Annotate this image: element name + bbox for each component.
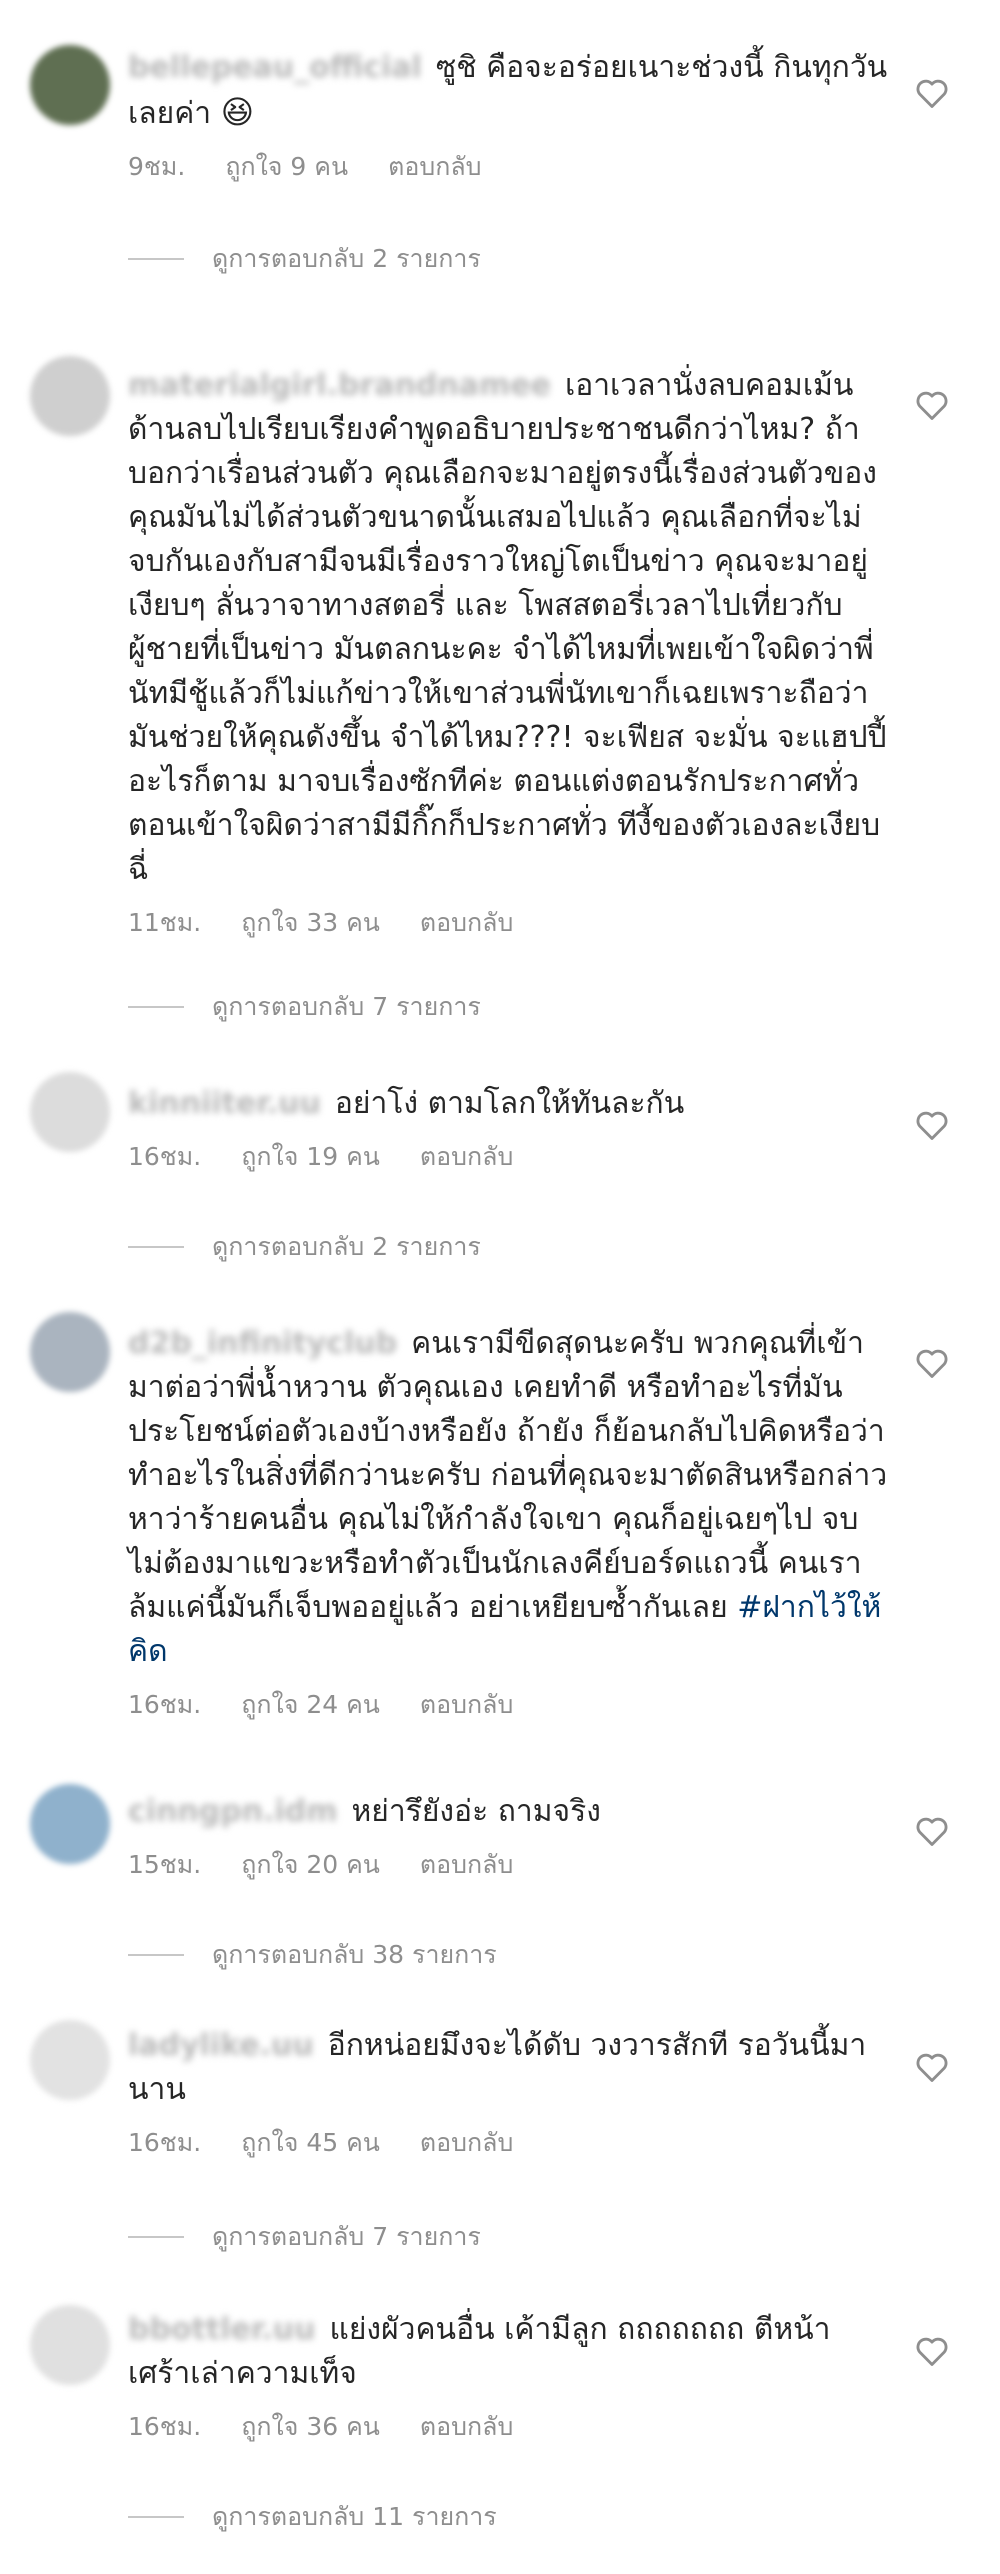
likes-count[interactable]: ถูกใจ 19 คน: [241, 1140, 380, 1174]
reply-button[interactable]: ตอบกลับ: [420, 906, 513, 940]
comment-username[interactable]: cinngpn.idm: [128, 1790, 338, 1834]
comment-meta: 16ชม. ถูกใจ 45 คน ตอบกลับ: [128, 2126, 888, 2160]
comment-text-container: materialgirl.brandnamee เอาเวลานั่งลบคอมเ…: [128, 364, 888, 892]
likes-count[interactable]: ถูกใจ 9 คน: [225, 150, 348, 184]
heart-outline-icon[interactable]: [913, 2332, 951, 2370]
view-replies-button[interactable]: ดูการตอบกลับ 38 รายการ: [128, 1938, 497, 1972]
divider: [128, 2516, 184, 2518]
comment-body: bellepeau_official ซูชิ คือจะอร่อยเนาะช่ว…: [128, 46, 888, 184]
reply-button[interactable]: ตอบกลับ: [420, 1140, 513, 1174]
comment-body: kinniiter.uu อย่าโง่ ตามโลกให้ทันละกัน 16…: [128, 1082, 888, 1174]
comment-text-container: cinngpn.idm หย่ารึยังอ่ะ ถามจริง: [128, 1790, 888, 1834]
comment-meta: 16ชม. ถูกใจ 36 คน ตอบกลับ: [128, 2410, 888, 2444]
comment-meta: 9ชม. ถูกใจ 9 คน ตอบกลับ: [128, 150, 888, 184]
likes-count[interactable]: ถูกใจ 36 คน: [241, 2410, 380, 2444]
likes-count[interactable]: ถูกใจ 20 คน: [241, 1848, 380, 1882]
comment-body: d2b_infinityclub คนเรามีขีดสุดนะครับ พวกค…: [128, 1322, 888, 1722]
view-replies-button[interactable]: ดูการตอบกลับ 2 รายการ: [128, 242, 481, 276]
avatar[interactable]: [30, 1784, 110, 1864]
comment-username[interactable]: bellepeau_official: [128, 46, 422, 90]
heart-outline-icon[interactable]: [913, 74, 951, 112]
comment-text-container: bbottler.uu แย่งผัวคนอื่น เค้ามีลูก ถถถถถ…: [128, 2308, 888, 2396]
reply-button[interactable]: ตอบกลับ: [420, 1688, 513, 1722]
divider: [128, 1006, 184, 1008]
reply-button[interactable]: ตอบกลับ: [388, 150, 481, 184]
avatar[interactable]: [30, 1072, 110, 1152]
heart-outline-icon[interactable]: [913, 1106, 951, 1144]
comment-time: 9ชม.: [128, 152, 186, 181]
reply-button[interactable]: ตอบกลับ: [420, 1848, 513, 1882]
divider: [128, 258, 184, 260]
heart-outline-icon[interactable]: [913, 1344, 951, 1382]
divider: [128, 1246, 184, 1248]
likes-count[interactable]: ถูกใจ 45 คน: [241, 2126, 380, 2160]
heart-outline-icon[interactable]: [913, 1812, 951, 1850]
avatar[interactable]: [30, 2305, 110, 2385]
avatar[interactable]: [30, 1312, 110, 1392]
comment-text-container: d2b_infinityclub คนเรามีขีดสุดนะครับ พวกค…: [128, 1322, 888, 1674]
heart-outline-icon[interactable]: [913, 2048, 951, 2086]
view-replies-button[interactable]: ดูการตอบกลับ 7 รายการ: [128, 990, 481, 1024]
comment-text: คนเรามีขีดสุดนะครับ พวกคุณที่เข้ามาต่อว่…: [128, 1326, 888, 1625]
view-replies-button[interactable]: ดูการตอบกลับ 11 รายการ: [128, 2500, 497, 2534]
comment-body: bbottler.uu แย่งผัวคนอื่น เค้ามีลูก ถถถถถ…: [128, 2308, 888, 2444]
likes-count[interactable]: ถูกใจ 24 คน: [241, 1688, 380, 1722]
comment-time: 15ชม.: [128, 1850, 202, 1879]
reply-button[interactable]: ตอบกลับ: [420, 2126, 513, 2160]
comment-username[interactable]: materialgirl.brandnamee: [128, 364, 551, 408]
comment-time: 16ชม.: [128, 2128, 202, 2157]
comment-meta: 16ชม. ถูกใจ 19 คน ตอบกลับ: [128, 1140, 888, 1174]
view-replies-button[interactable]: ดูการตอบกลับ 2 รายการ: [128, 1230, 481, 1264]
comment-meta: 15ชม. ถูกใจ 20 คน ตอบกลับ: [128, 1848, 888, 1882]
comment-text: อย่าโง่ ตามโลกให้ทันละกัน: [334, 1086, 685, 1121]
avatar[interactable]: [30, 356, 110, 436]
comment-text-container: kinniiter.uu อย่าโง่ ตามโลกให้ทันละกัน: [128, 1082, 888, 1126]
comment-username[interactable]: ladylike.uu: [128, 2024, 314, 2068]
comment-body: cinngpn.idm หย่ารึยังอ่ะ ถามจริง 15ชม. ถู…: [128, 1790, 888, 1882]
comment-body: materialgirl.brandnamee เอาเวลานั่งลบคอมเ…: [128, 364, 888, 940]
comment-text: เอาเวลานั่งลบคอมเม้นด้านลบไปเรียบเรียงคำ…: [128, 368, 887, 887]
comment-meta: 16ชม. ถูกใจ 24 คน ตอบกลับ: [128, 1688, 888, 1722]
comment-text-container: ladylike.uu อีกหน่อยมึงจะได้ดับ วงวารสักท…: [128, 2024, 888, 2112]
avatar[interactable]: [30, 2020, 110, 2100]
likes-count[interactable]: ถูกใจ 33 คน: [241, 906, 380, 940]
comment-username[interactable]: kinniiter.uu: [128, 1082, 321, 1126]
comment-time: 16ชม.: [128, 1690, 202, 1719]
comment-username[interactable]: bbottler.uu: [128, 2308, 316, 2352]
divider: [128, 2236, 184, 2238]
view-replies-button[interactable]: ดูการตอบกลับ 7 รายการ: [128, 2220, 481, 2254]
comment-time: 16ชม.: [128, 2412, 202, 2441]
comment-text: หย่ารึยังอ่ะ ถามจริง: [351, 1794, 601, 1829]
comment-body: ladylike.uu อีกหน่อยมึงจะได้ดับ วงวารสักท…: [128, 2024, 888, 2160]
comment-text-container: bellepeau_official ซูชิ คือจะอร่อยเนาะช่ว…: [128, 46, 888, 136]
reply-button[interactable]: ตอบกลับ: [420, 2410, 513, 2444]
laughing-emoji: 😆: [220, 93, 255, 131]
comment-time: 11ชม.: [128, 908, 202, 937]
comment-time: 16ชม.: [128, 1142, 202, 1171]
comment-meta: 11ชม. ถูกใจ 33 คน ตอบกลับ: [128, 906, 888, 940]
avatar[interactable]: [30, 45, 110, 125]
divider: [128, 1954, 184, 1956]
heart-outline-icon[interactable]: [913, 386, 951, 424]
comment-username[interactable]: d2b_infinityclub: [128, 1322, 397, 1366]
